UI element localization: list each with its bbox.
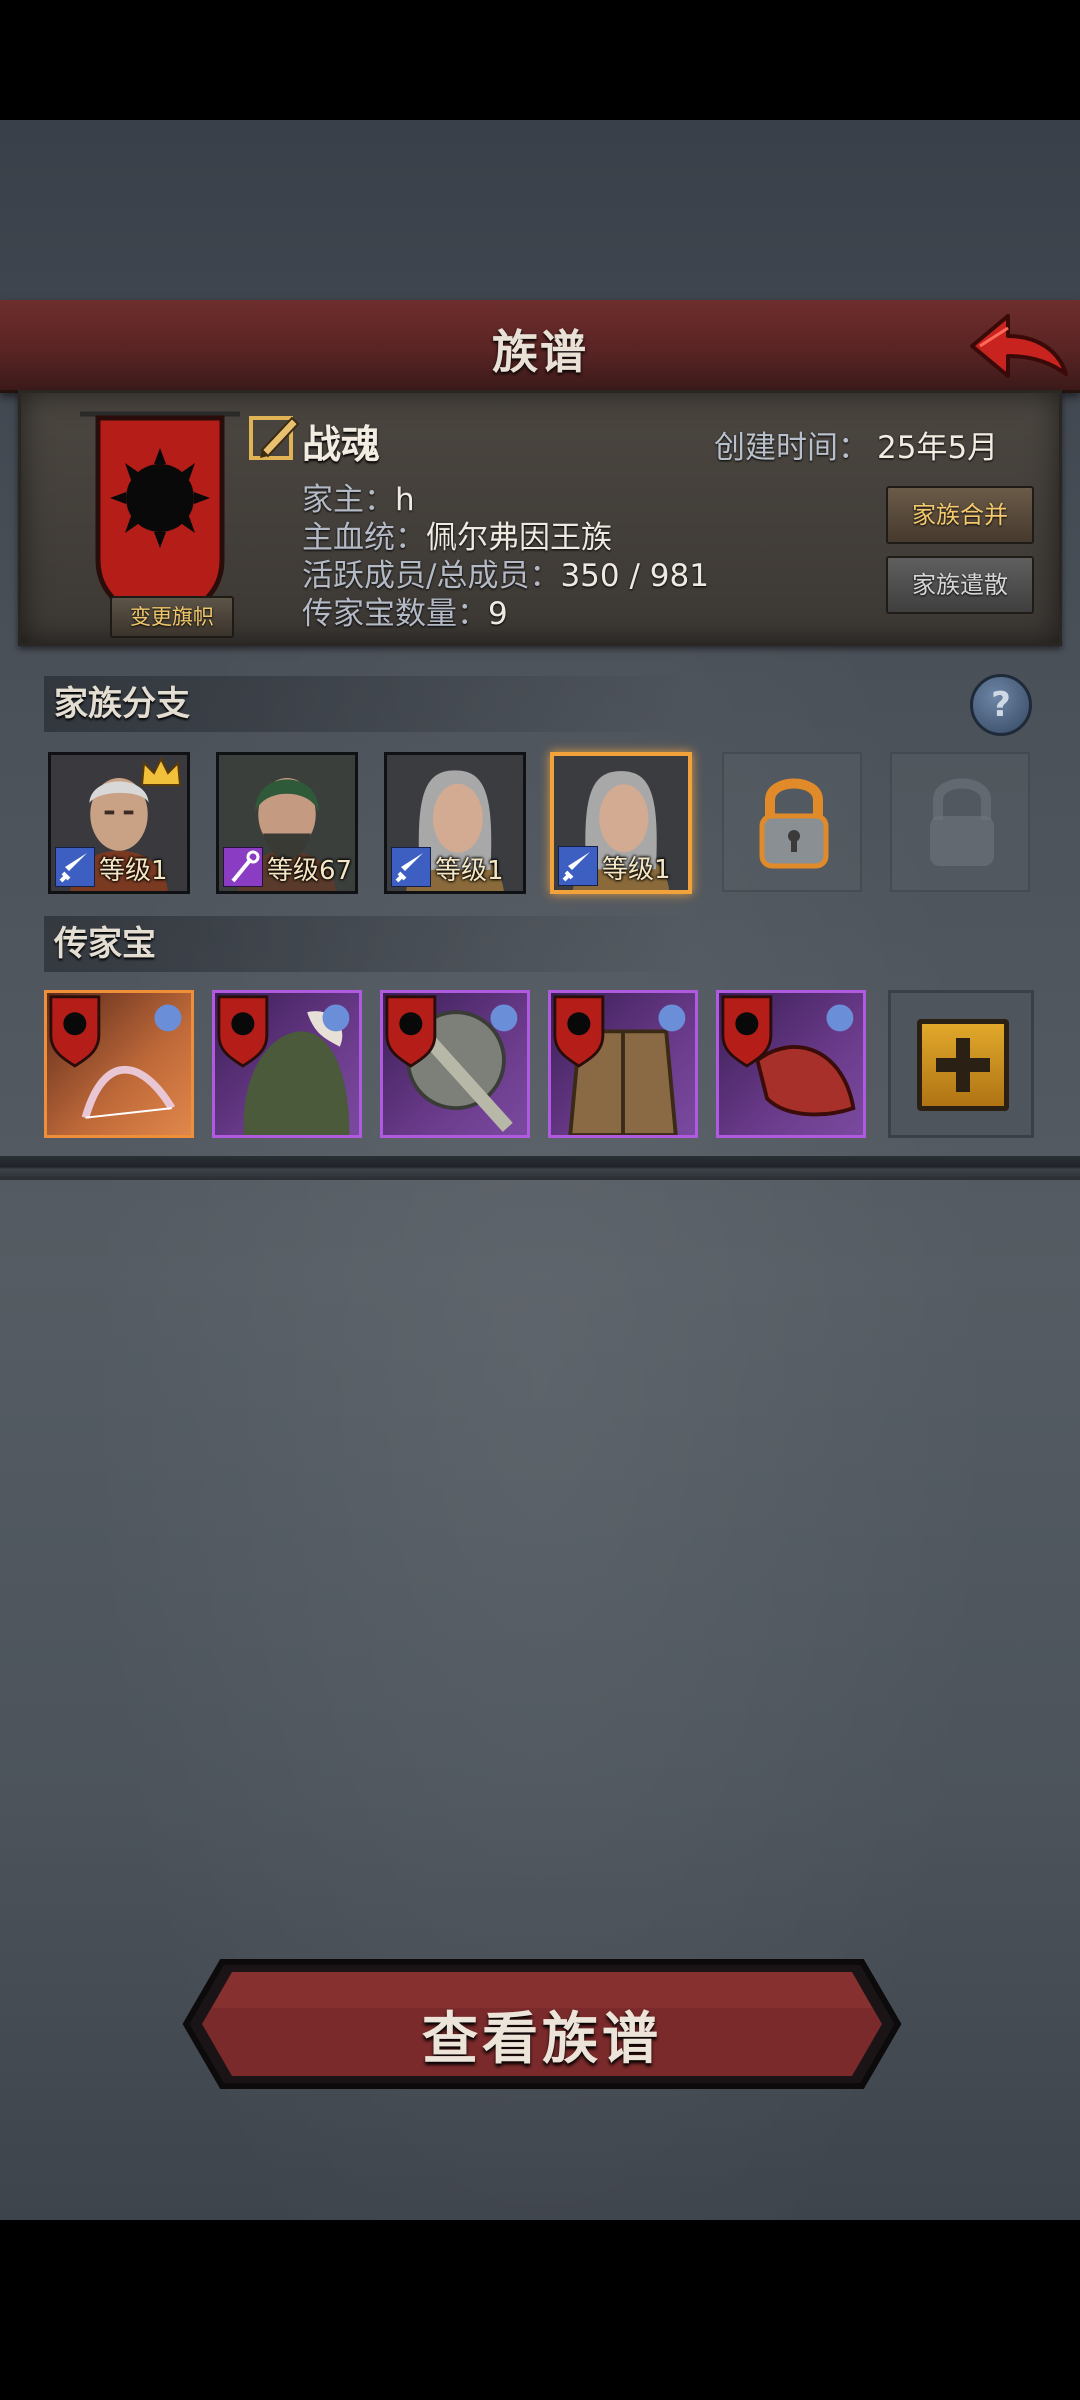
lock-icon bbox=[759, 778, 829, 869]
page-title: 族谱 bbox=[492, 325, 588, 379]
add-heirloom-button[interactable] bbox=[917, 1019, 1009, 1111]
heirloom-slot-3[interactable] bbox=[380, 990, 530, 1138]
axe-icon bbox=[385, 995, 518, 1132]
branch-level: 等级67 bbox=[267, 856, 353, 886]
created-time-label: 创建时间： bbox=[714, 430, 869, 466]
family-name: 战魂 bbox=[302, 423, 381, 468]
help-button[interactable]: ? bbox=[970, 674, 1032, 736]
family-heirloom-count: 传家宝数量：9 bbox=[302, 588, 508, 633]
view-family-tree-label: 查看族谱 bbox=[422, 2007, 662, 2072]
heirloom-slot-4[interactable] bbox=[548, 990, 698, 1138]
gauntlet-icon bbox=[721, 995, 856, 1117]
locked-branch-slot bbox=[890, 752, 1030, 892]
sword-icon bbox=[391, 847, 431, 887]
locked-branch-slot[interactable] bbox=[722, 752, 862, 892]
heirloom-slot-2[interactable] bbox=[212, 990, 362, 1138]
branch-slot-3[interactable]: 等级1 bbox=[384, 752, 526, 894]
members-value: 350 / 981 bbox=[560, 558, 709, 594]
bow-icon bbox=[49, 995, 182, 1119]
crown-icon bbox=[140, 757, 182, 786]
change-banner-button[interactable]: 变更旗帜 bbox=[110, 596, 234, 638]
armor-icon bbox=[553, 995, 686, 1135]
sword-icon bbox=[55, 847, 95, 887]
family-merge-button[interactable]: 家族合并 bbox=[886, 486, 1034, 544]
branches-header: 家族分支 bbox=[44, 676, 694, 732]
heirloom-count-label: 传家宝数量： bbox=[302, 596, 488, 632]
edit-name-icon[interactable] bbox=[248, 410, 302, 464]
cloak-icon bbox=[217, 995, 350, 1135]
back-arrow-icon[interactable] bbox=[968, 306, 1072, 386]
plus-icon bbox=[936, 1038, 990, 1092]
branch-level: 等级1 bbox=[99, 856, 168, 886]
branch-level: 等级1 bbox=[602, 855, 671, 885]
heirloom-slot-5[interactable] bbox=[716, 990, 866, 1138]
lock-icon bbox=[930, 778, 994, 866]
staff-icon bbox=[223, 847, 263, 887]
view-family-tree-button[interactable]: 查看族谱 bbox=[182, 1958, 902, 2090]
created-time-value: 25年5月 bbox=[877, 430, 999, 466]
branch-slot-4[interactable]: 等级1 bbox=[550, 752, 692, 894]
family-disband-button[interactable]: 家族遣散 bbox=[886, 556, 1034, 614]
add-heirloom-slot[interactable] bbox=[888, 990, 1034, 1138]
sword-icon bbox=[558, 846, 598, 886]
heirloom-slot-1[interactable] bbox=[44, 990, 194, 1138]
created-time: 创建时间： 25年5月 bbox=[714, 422, 998, 467]
heirloom-count-value: 9 bbox=[488, 596, 508, 632]
heirlooms-header: 传家宝 bbox=[44, 916, 694, 972]
title-bar: 族谱 bbox=[0, 300, 1080, 393]
branch-slot-1[interactable]: 等级1 bbox=[48, 752, 190, 894]
branch-slot-2[interactable]: 等级67 bbox=[216, 752, 358, 894]
branch-level: 等级1 bbox=[435, 856, 504, 886]
section-divider bbox=[0, 1156, 1080, 1180]
